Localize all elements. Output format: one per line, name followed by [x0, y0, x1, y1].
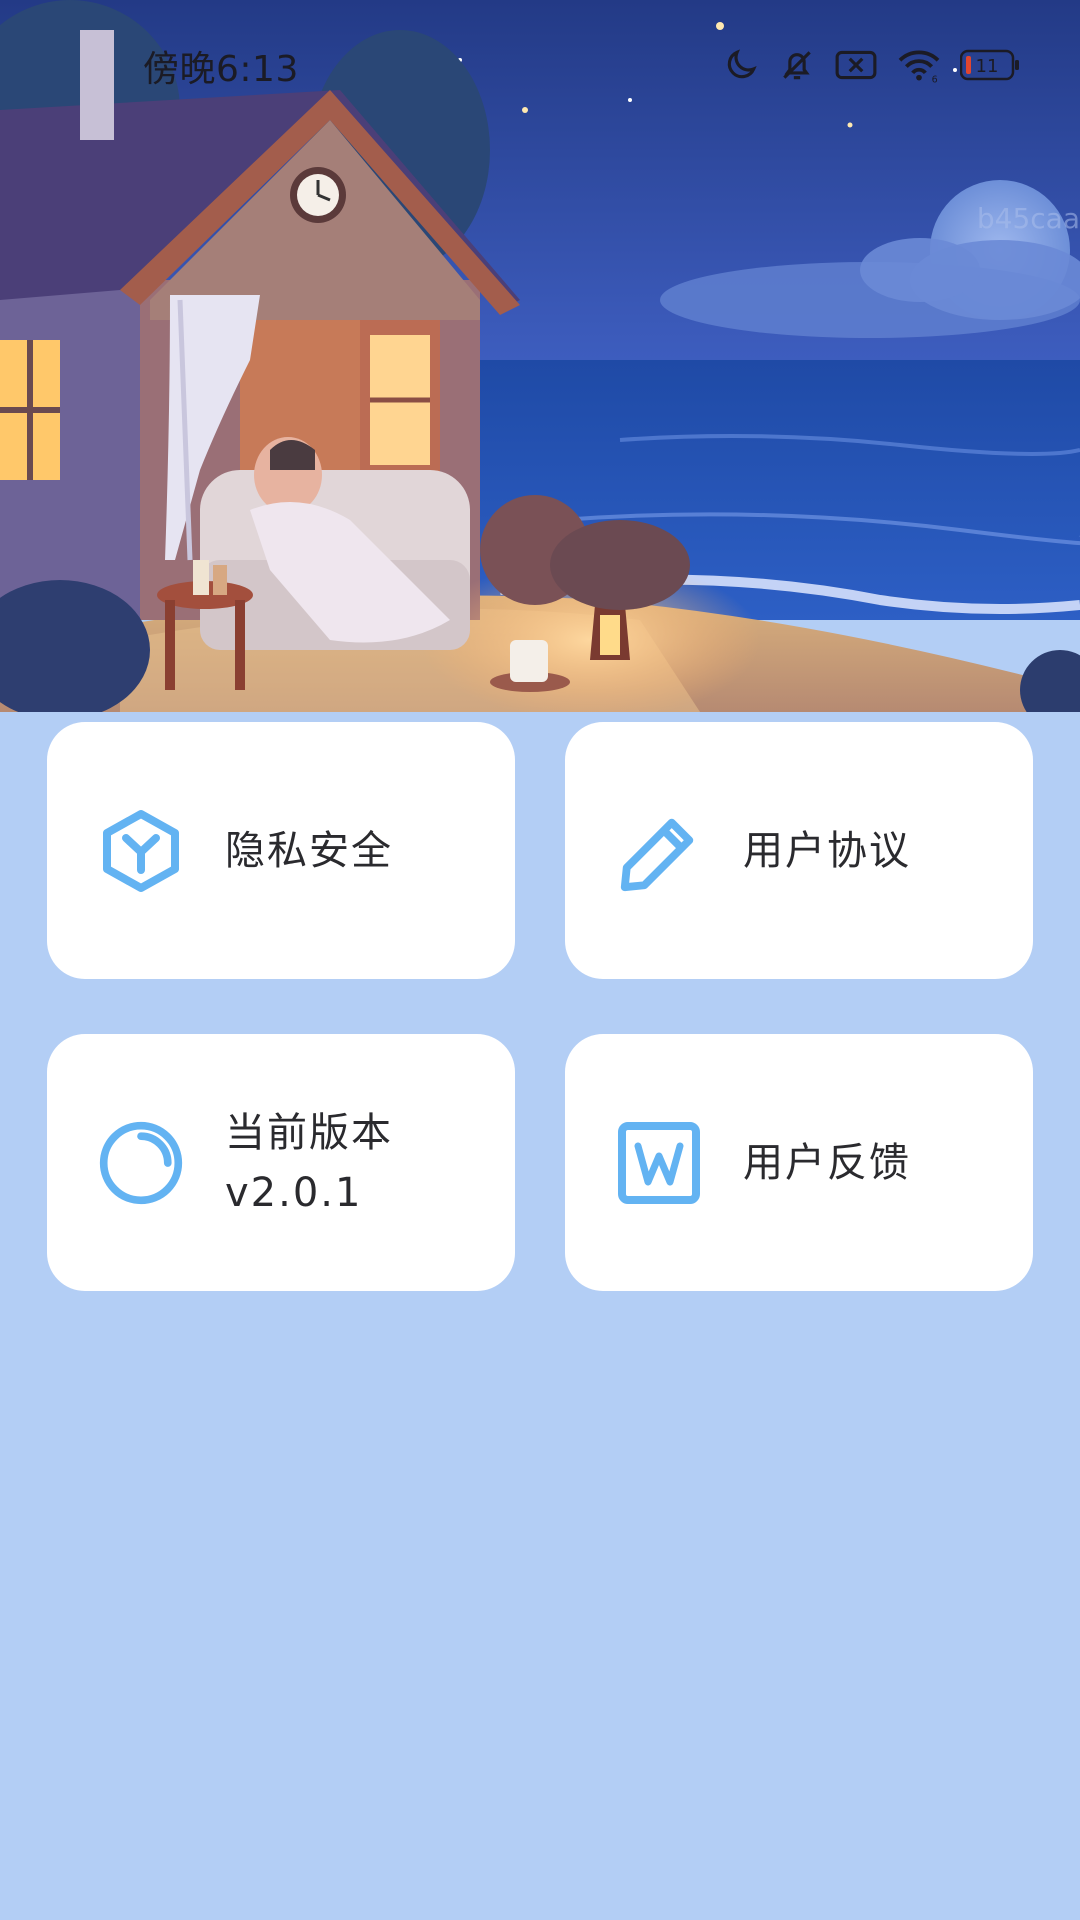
current-version-label: 当前版本: [225, 1109, 393, 1156]
svg-text:6: 6: [932, 74, 938, 84]
bell-off-icon: [778, 46, 816, 84]
wifi-icon: 6: [896, 46, 942, 84]
user-agreement-label: 用户协议: [743, 827, 911, 874]
privacy-security-card[interactable]: 隐私安全: [47, 722, 515, 979]
sim-off-icon: [834, 46, 878, 84]
user-feedback-card[interactable]: 用户反馈: [565, 1034, 1033, 1291]
status-time: 傍晚6:13: [143, 49, 299, 90]
settings-page: 傍晚6:13 6 11 b45caa 隐私安全 用户协议 当前版本 v2.0.1…: [0, 0, 1080, 1920]
moon-icon: [722, 46, 760, 84]
user-feedback-label: 用户反馈: [743, 1139, 911, 1186]
refresh-circle-icon: [97, 1119, 185, 1207]
current-version-text: 当前版本 v2.0.1: [225, 1103, 393, 1223]
pencil-icon: [615, 807, 703, 895]
current-version-card[interactable]: 当前版本 v2.0.1: [47, 1034, 515, 1291]
watermark: b45caa: [976, 202, 1080, 235]
battery-icon: 11: [960, 48, 1020, 82]
user-agreement-card[interactable]: 用户协议: [565, 722, 1033, 979]
status-bar: 傍晚6:13 6 11: [0, 0, 1080, 130]
hexagon-y-icon: [97, 807, 185, 895]
w-square-icon: [615, 1119, 703, 1207]
privacy-security-label: 隐私安全: [225, 827, 393, 874]
status-icons: 6 11: [722, 42, 1020, 88]
current-version-value: v2.0.1: [225, 1169, 363, 1216]
battery-level: 11: [976, 56, 999, 77]
